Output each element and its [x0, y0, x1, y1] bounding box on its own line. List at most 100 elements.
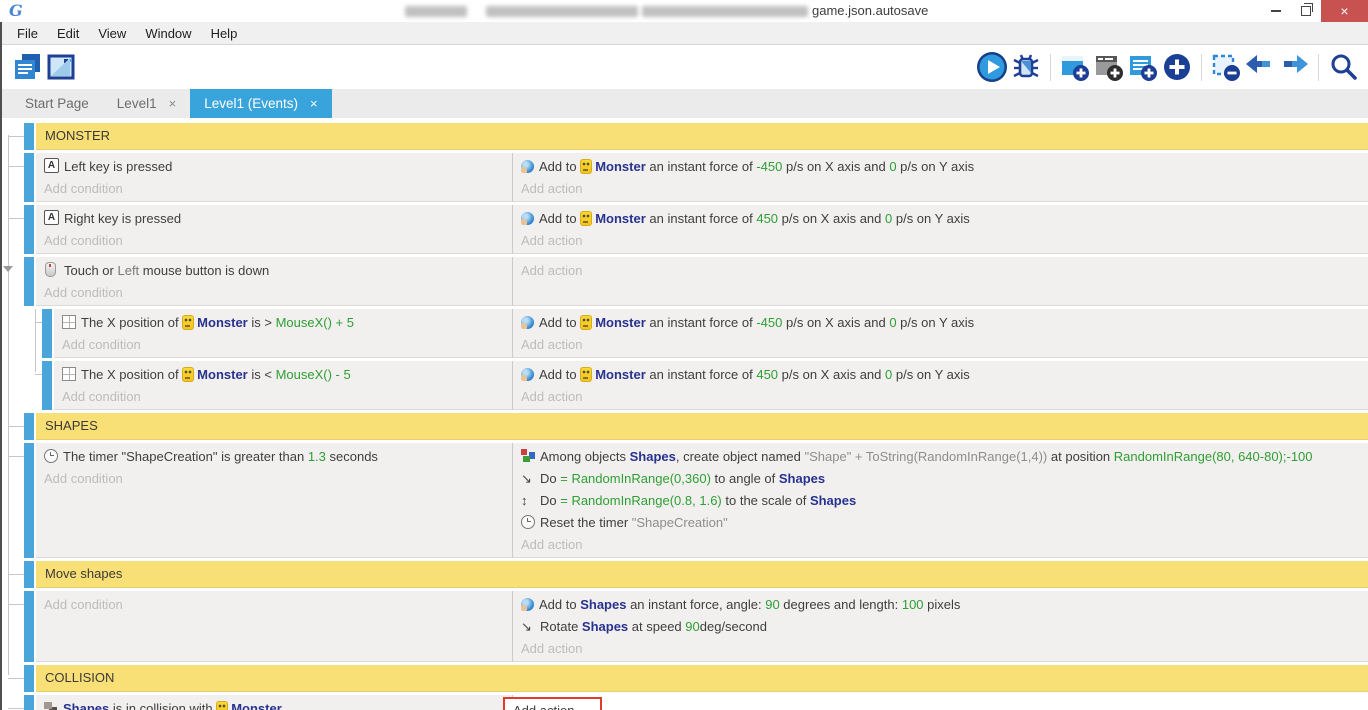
event-drag-bar[interactable]	[42, 361, 52, 410]
action-line[interactable]: Add to Monster an instant force of 450 p…	[513, 363, 1368, 385]
tab-close-icon[interactable]: ×	[310, 96, 318, 111]
condition-line[interactable]: Shapes is in collision with Monster	[36, 697, 512, 710]
text-segment: Touch or	[64, 263, 117, 278]
text-segment: -450	[756, 159, 782, 174]
actions-cell: Add to Monster an instant force of -450 …	[513, 309, 1368, 358]
text-segment: deg/second	[700, 619, 767, 634]
action-line[interactable]: Do = RandomInRange(0,360) to angle of Sh…	[513, 467, 1368, 489]
condition-line[interactable]: The X position of Monster is > MouseX() …	[54, 311, 512, 333]
condition-line[interactable]: The X position of Monster is < MouseX() …	[54, 363, 512, 385]
text-segment: is in collision with	[109, 701, 216, 710]
monster-icon	[580, 315, 592, 330]
add-condition-placeholder[interactable]: Add condition	[36, 593, 512, 615]
project-manager-icon[interactable]	[10, 50, 44, 84]
tab-close-icon[interactable]: ×	[169, 96, 177, 111]
add-action-placeholder[interactable]: Add action	[513, 177, 1368, 199]
action-line[interactable]: Add to Monster an instant force of -450 …	[513, 155, 1368, 177]
add-condition-placeholder[interactable]: Add condition	[36, 177, 512, 199]
undo-icon[interactable]	[1243, 50, 1277, 84]
add-condition-placeholder[interactable]: Add condition	[36, 281, 512, 303]
event-drag-bar[interactable]	[24, 205, 34, 254]
close-button[interactable]: ×	[1321, 0, 1368, 22]
search-icon[interactable]	[1326, 50, 1360, 84]
condition-line[interactable]: Left key is pressed	[36, 155, 512, 177]
action-line[interactable]: Add to Monster an instant force of -450 …	[513, 311, 1368, 333]
unselect-icon[interactable]	[1209, 50, 1243, 84]
event-drag-bar[interactable]	[42, 309, 52, 358]
conditions-cell: The X position of Monster is > MouseX() …	[54, 309, 513, 358]
text-segment: Left	[117, 263, 139, 278]
text-segment: Shapes	[580, 597, 626, 612]
menu-file[interactable]: File	[8, 26, 48, 41]
menu-bar: File Edit View Window Help	[2, 22, 1368, 45]
action-line[interactable]: Do = RandomInRange(0.8, 1.6) to the scal…	[513, 489, 1368, 511]
event-drag-bar[interactable]	[24, 413, 34, 440]
debug-icon[interactable]	[1009, 50, 1043, 84]
action-line[interactable]: Rotate Shapes at speed 90deg/second	[513, 615, 1368, 637]
add-action-placeholder[interactable]: Add action	[513, 533, 1368, 555]
redo-icon[interactable]	[1277, 50, 1311, 84]
play-icon[interactable]	[975, 50, 1009, 84]
condition-line[interactable]: The timer "ShapeCreation" is greater tha…	[36, 445, 512, 467]
menu-window[interactable]: Window	[136, 26, 201, 41]
add-circle-icon[interactable]	[1160, 50, 1194, 84]
event-group-header[interactable]: MONSTER	[24, 123, 1368, 150]
menu-edit[interactable]: Edit	[48, 26, 89, 41]
add-action-placeholder[interactable]: Add action	[513, 637, 1368, 659]
tab-level1-events[interactable]: Level1 (Events) ×	[190, 89, 331, 118]
event-drag-bar[interactable]	[24, 257, 34, 306]
text-segment: p/s on Y axis	[897, 159, 975, 174]
add-action-placeholder-highlighted[interactable]: Add action	[503, 697, 602, 710]
event-group-header[interactable]: Move shapes	[24, 561, 1368, 588]
add-action-placeholder[interactable]: Add action	[513, 259, 1368, 281]
action-line[interactable]: Reset the timer "ShapeCreation"	[513, 511, 1368, 533]
event-drag-bar[interactable]	[24, 695, 34, 710]
action-line[interactable]: Add to Monster an instant force of 450 p…	[513, 207, 1368, 229]
text-segment: p/s on X axis and	[782, 315, 889, 330]
position-icon	[62, 367, 76, 381]
text-segment: Right key is pressed	[64, 211, 181, 226]
minimize-button[interactable]	[1261, 0, 1291, 22]
add-condition-placeholder[interactable]: Add condition	[54, 333, 512, 355]
restore-button[interactable]	[1291, 0, 1321, 22]
event-drag-bar[interactable]	[24, 591, 34, 662]
add-condition-placeholder[interactable]: Add condition	[54, 385, 512, 407]
add-action-placeholder[interactable]: Add action	[513, 229, 1368, 251]
event-drag-bar[interactable]	[24, 665, 34, 692]
tab-start-page[interactable]: Start Page	[11, 89, 103, 118]
text-segment: The X position of	[81, 315, 182, 330]
menu-view[interactable]: View	[89, 26, 136, 41]
add-subevent-icon[interactable]	[1092, 50, 1126, 84]
timer-icon	[521, 515, 535, 529]
action-line[interactable]: Among objects Shapes, create object name…	[513, 445, 1368, 467]
timer-icon	[44, 449, 58, 463]
event-group-header[interactable]: COLLISION	[24, 665, 1368, 692]
tab-level1-scene[interactable]: Level1 ×	[103, 89, 190, 118]
add-condition-placeholder[interactable]: Add condition	[36, 467, 512, 489]
add-action-placeholder[interactable]: Add action	[513, 385, 1368, 407]
condition-line[interactable]: Right key is pressed	[36, 207, 512, 229]
collapse-arrow-icon[interactable]	[3, 266, 13, 277]
text-segment: RandomInRange(80, 640-80);-100	[1114, 449, 1313, 464]
restore-icon	[1301, 6, 1311, 16]
add-event-icon[interactable]	[1058, 50, 1092, 84]
event-drag-bar[interactable]	[24, 443, 34, 558]
condition-line[interactable]: Touch or Left mouse button is down	[36, 259, 512, 281]
text-segment: Add to	[539, 211, 580, 226]
add-action-placeholder[interactable]: Add action	[513, 333, 1368, 355]
scene-editor-icon[interactable]	[44, 50, 78, 84]
text-segment: 100	[902, 597, 924, 612]
title-bar: G game.json.autosave ×	[0, 0, 1368, 22]
redacted-title-segment	[642, 6, 808, 17]
event-drag-bar[interactable]	[24, 123, 34, 150]
add-comment-icon[interactable]	[1126, 50, 1160, 84]
add-condition-placeholder[interactable]: Add condition	[36, 229, 512, 251]
event-drag-bar[interactable]	[24, 561, 34, 588]
toolbar-separator	[1050, 54, 1051, 81]
event-drag-bar[interactable]	[24, 153, 34, 202]
action-line[interactable]: Add to Shapes an instant force, angle: 9…	[513, 593, 1368, 615]
menu-help[interactable]: Help	[202, 26, 248, 41]
text-segment: "ShapeCreation"	[632, 515, 728, 530]
toolbar-separator	[1318, 54, 1319, 81]
event-group-header[interactable]: SHAPES	[24, 413, 1368, 440]
